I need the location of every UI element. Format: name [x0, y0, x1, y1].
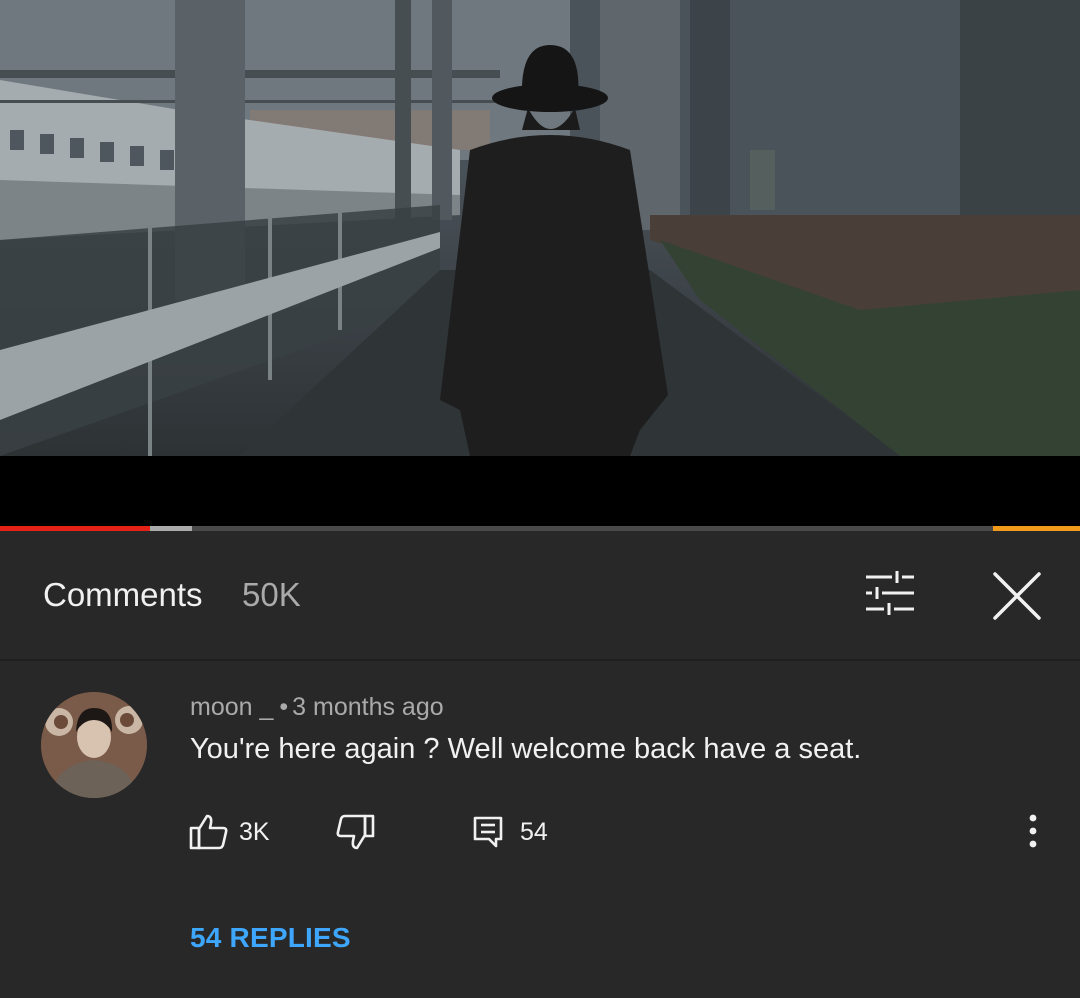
- comment-meta: moon _ • 3 months ago: [190, 693, 444, 722]
- meta-separator: •: [279, 693, 289, 721]
- view-replies-button[interactable]: 54 REPLIES: [190, 922, 351, 954]
- comment-icon: [473, 816, 503, 848]
- thumbs-up-icon: [189, 814, 228, 850]
- avatar-image: [41, 692, 147, 798]
- video-frame-scene: [0, 0, 1080, 456]
- comment-author[interactable]: moon _: [190, 693, 273, 721]
- thumbs-down-icon: [336, 814, 375, 850]
- comment-time: 3 months ago: [292, 693, 444, 721]
- video-letterbox: [0, 456, 1080, 526]
- video-player[interactable]: [0, 0, 1080, 456]
- comments-count: 50K: [242, 576, 301, 613]
- comments-title: Comments: [43, 576, 203, 613]
- dislike-button[interactable]: [335, 810, 375, 854]
- close-icon: [993, 572, 1041, 620]
- like-button[interactable]: 3K: [189, 810, 270, 854]
- more-vert-icon: [1029, 814, 1037, 848]
- avatar[interactable]: [41, 692, 147, 798]
- close-button[interactable]: [990, 569, 1044, 623]
- reply-count: 54: [520, 817, 548, 846]
- reply-button[interactable]: 54: [472, 810, 548, 854]
- more-options-button[interactable]: [1018, 810, 1048, 852]
- like-count: 3K: [239, 817, 270, 846]
- sort-filter-button[interactable]: [862, 569, 918, 619]
- comments-header: Comments 50K: [0, 531, 1080, 661]
- sliders-icon: [866, 571, 914, 615]
- comment-text: You're here again ? Well welcome back ha…: [190, 733, 862, 765]
